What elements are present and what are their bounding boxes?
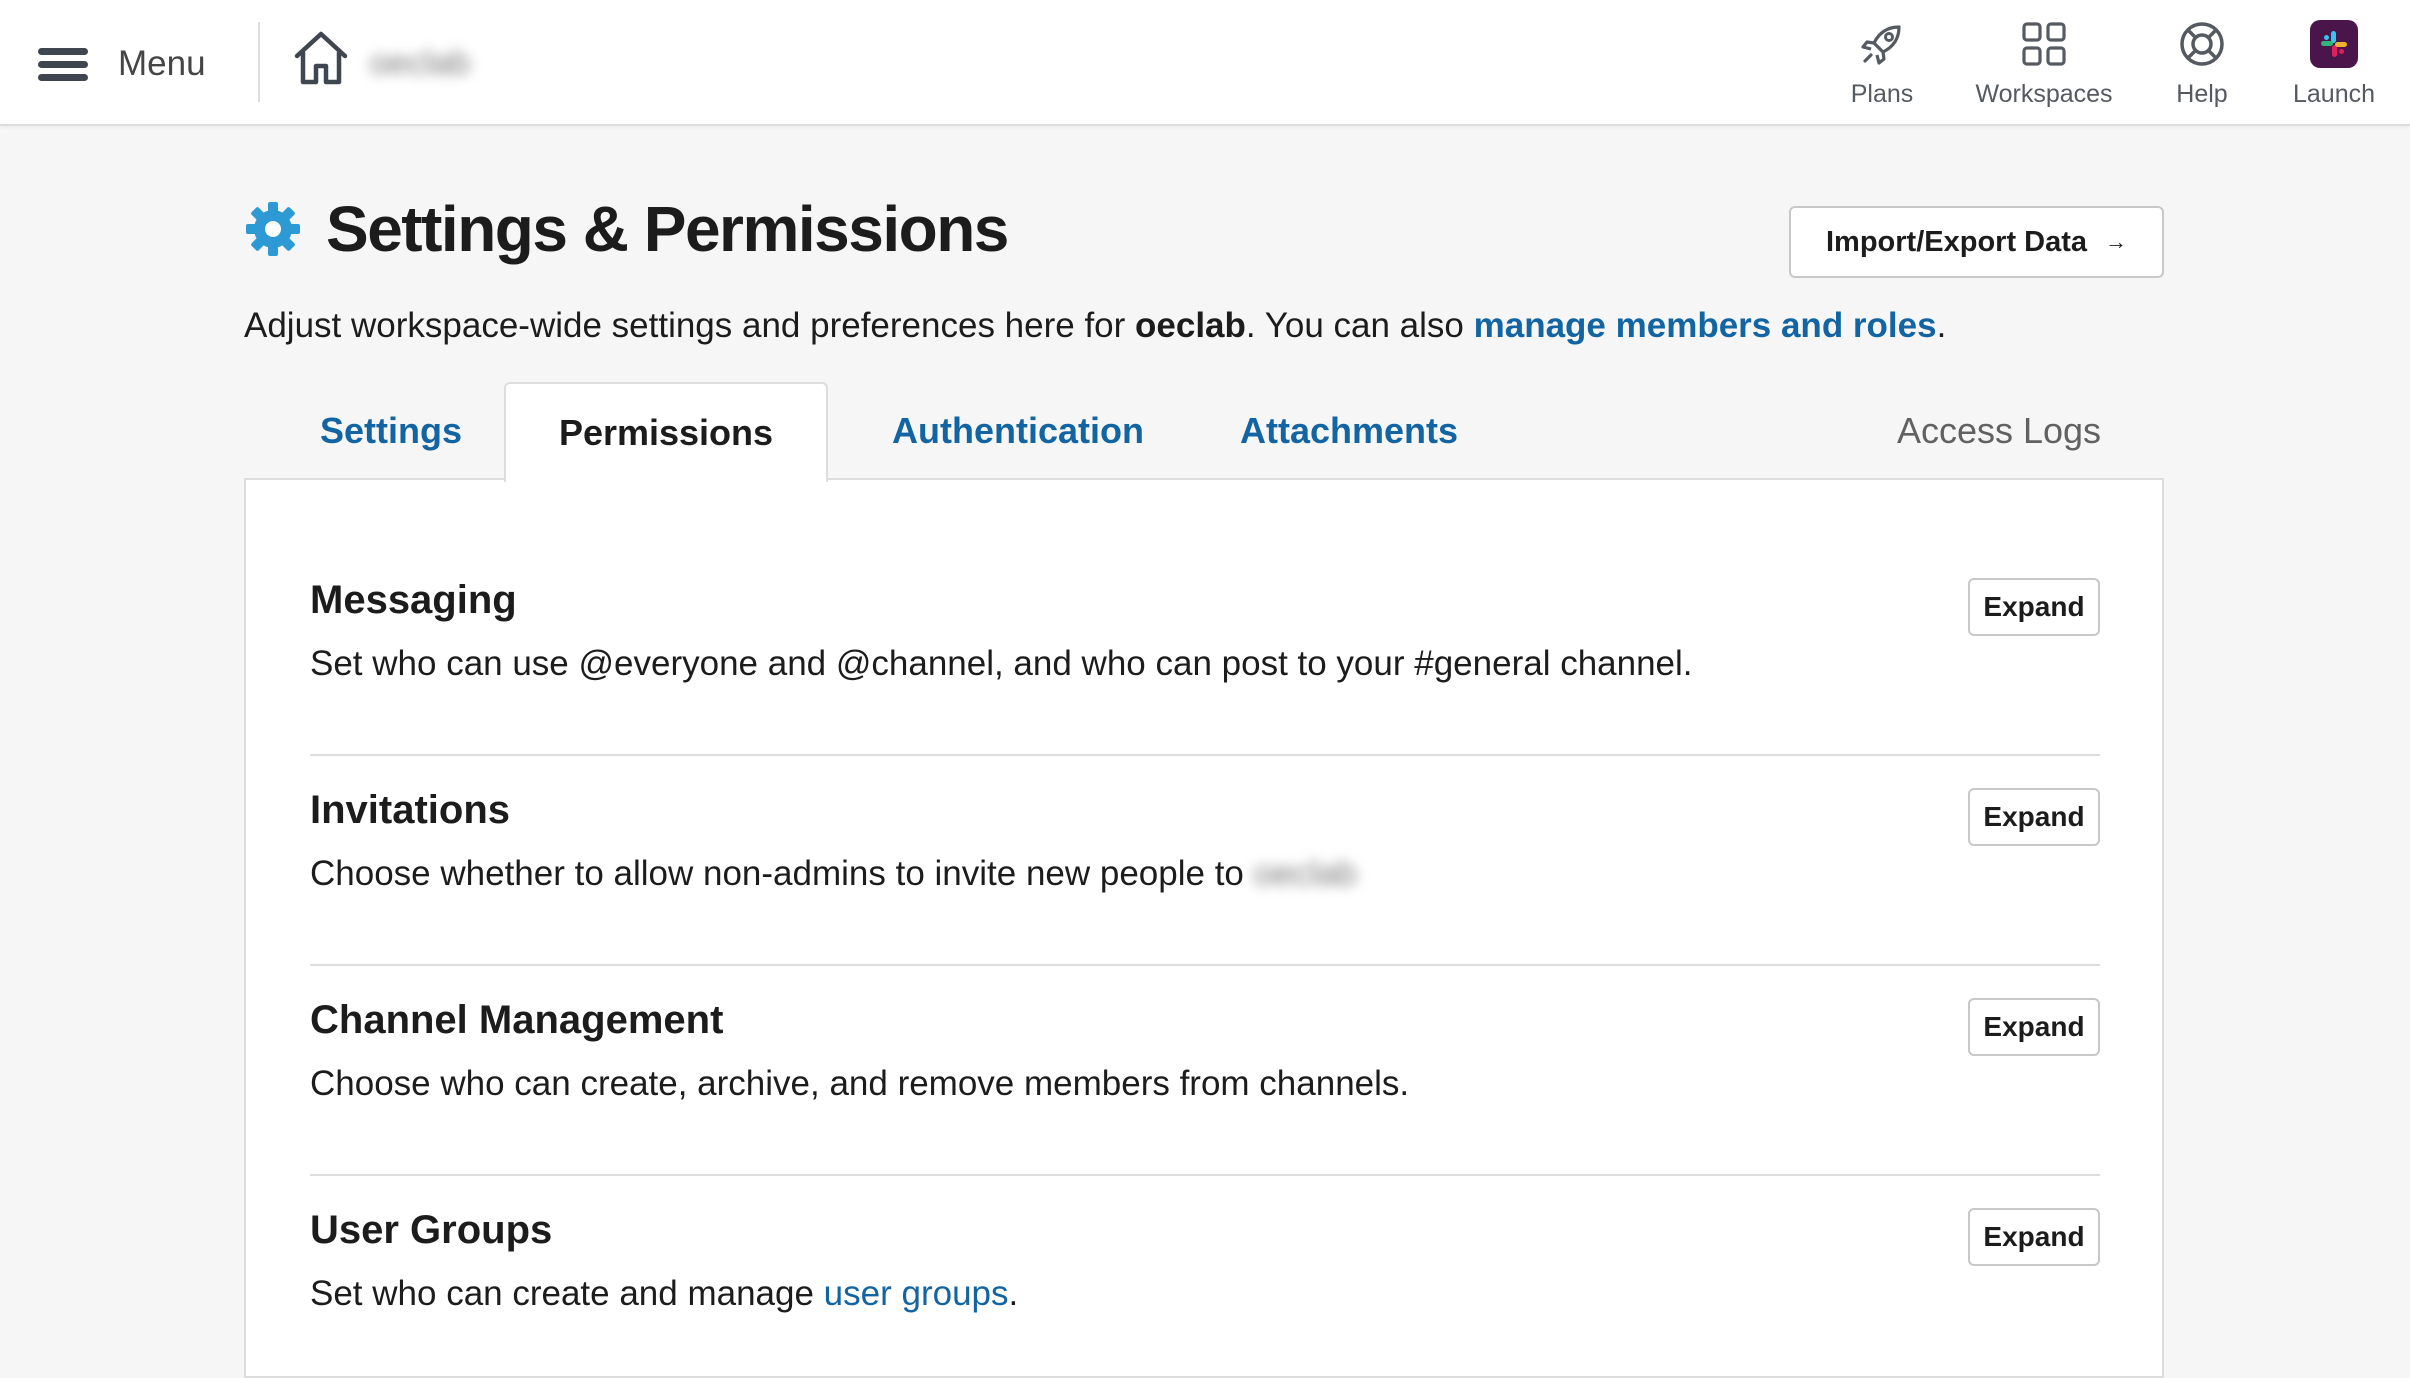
user-groups-link[interactable]: user groups — [824, 1274, 1009, 1313]
tab-access-logs[interactable]: Access Logs — [1874, 382, 2124, 480]
slack-logo-icon — [2308, 18, 2360, 70]
intro-prefix: Adjust workspace-wide settings and prefe… — [244, 306, 1136, 345]
tab-authentication[interactable]: Authentication — [868, 382, 1168, 480]
menu-label: Menu — [118, 44, 206, 83]
expand-button[interactable]: Expand — [1968, 998, 2100, 1056]
import-export-button[interactable]: Import/Export Data → — [1789, 206, 2164, 278]
nav-launch[interactable]: Launch — [2286, 18, 2382, 114]
intro-middle: . You can also — [1245, 306, 1474, 345]
expand-button[interactable]: Expand — [1968, 788, 2100, 846]
nav-launch-label: Launch — [2292, 80, 2376, 108]
section-description: Choose who can create, archive, and remo… — [310, 1064, 1410, 1103]
arrow-right-icon: → — [2105, 229, 2128, 254]
section-description: Choose whether to allow non-admins to in… — [310, 854, 1357, 894]
intro-workspace: oeclab — [1135, 306, 1246, 345]
section-messaging: Messaging Set who can use @everyone and … — [310, 480, 2100, 690]
workspace-name-blurred: oeclab — [1253, 854, 1357, 893]
rocket-icon — [1856, 18, 1908, 70]
hamburger-icon — [38, 44, 88, 84]
top-bar: Menu oeclab Plans Workspaces Help Launch — [0, 0, 2410, 126]
nav-help[interactable]: Help — [2164, 18, 2240, 114]
import-export-label: Import/Export Data — [1825, 225, 2088, 258]
section-description-suffix: . — [1008, 1274, 1019, 1313]
expand-button[interactable]: Expand — [1968, 578, 2100, 636]
section-description: Set who can use @everyone and @channel, … — [310, 644, 1693, 683]
intro-suffix: . — [1936, 306, 1947, 345]
grid-icon — [2018, 18, 2070, 70]
section-title: User Groups — [310, 1208, 553, 1252]
section-description-text: Choose whether to allow non-admins to in… — [310, 854, 1254, 893]
tab-attachments[interactable]: Attachments — [1224, 382, 1474, 480]
manage-members-link[interactable]: manage members and roles — [1474, 306, 1937, 345]
tab-settings[interactable]: Settings — [284, 382, 498, 480]
lifebuoy-icon — [2176, 18, 2228, 70]
workspace-name[interactable]: oeclab — [366, 44, 474, 84]
nav-plans[interactable]: Plans — [1842, 18, 1922, 114]
nav-help-label: Help — [2176, 80, 2228, 108]
nav-plans-label: Plans — [1850, 80, 1914, 108]
gear-icon — [246, 202, 300, 256]
section-user-groups: User Groups Set who can create and manag… — [310, 1110, 2100, 1320]
intro-text: Adjust workspace-wide settings and prefe… — [244, 306, 1946, 346]
section-invitations: Invitations Choose whether to allow non-… — [310, 690, 2100, 900]
section-title: Messaging — [310, 578, 517, 622]
page-title: Settings & Permissions — [326, 193, 1009, 265]
permissions-panel: Messaging Set who can use @everyone and … — [244, 478, 2164, 1378]
nav-workspaces-label: Workspaces — [1975, 80, 2113, 108]
section-channel-management: Channel Management Choose who can create… — [310, 900, 2100, 1110]
tab-permissions[interactable]: Permissions — [504, 382, 828, 482]
section-description: Set who can create and manage user group… — [310, 1274, 1018, 1314]
section-description-text: Set who can create and manage — [310, 1274, 824, 1313]
expand-button[interactable]: Expand — [1968, 1208, 2100, 1266]
menu-button[interactable]: Menu — [38, 36, 206, 92]
nav-workspaces[interactable]: Workspaces — [1968, 18, 2120, 114]
tab-bar: Settings Permissions Authentication Atta… — [244, 382, 2164, 482]
section-title: Channel Management — [310, 998, 724, 1042]
section-title: Invitations — [310, 788, 511, 832]
home-icon[interactable] — [292, 28, 350, 88]
topbar-divider — [258, 22, 260, 102]
